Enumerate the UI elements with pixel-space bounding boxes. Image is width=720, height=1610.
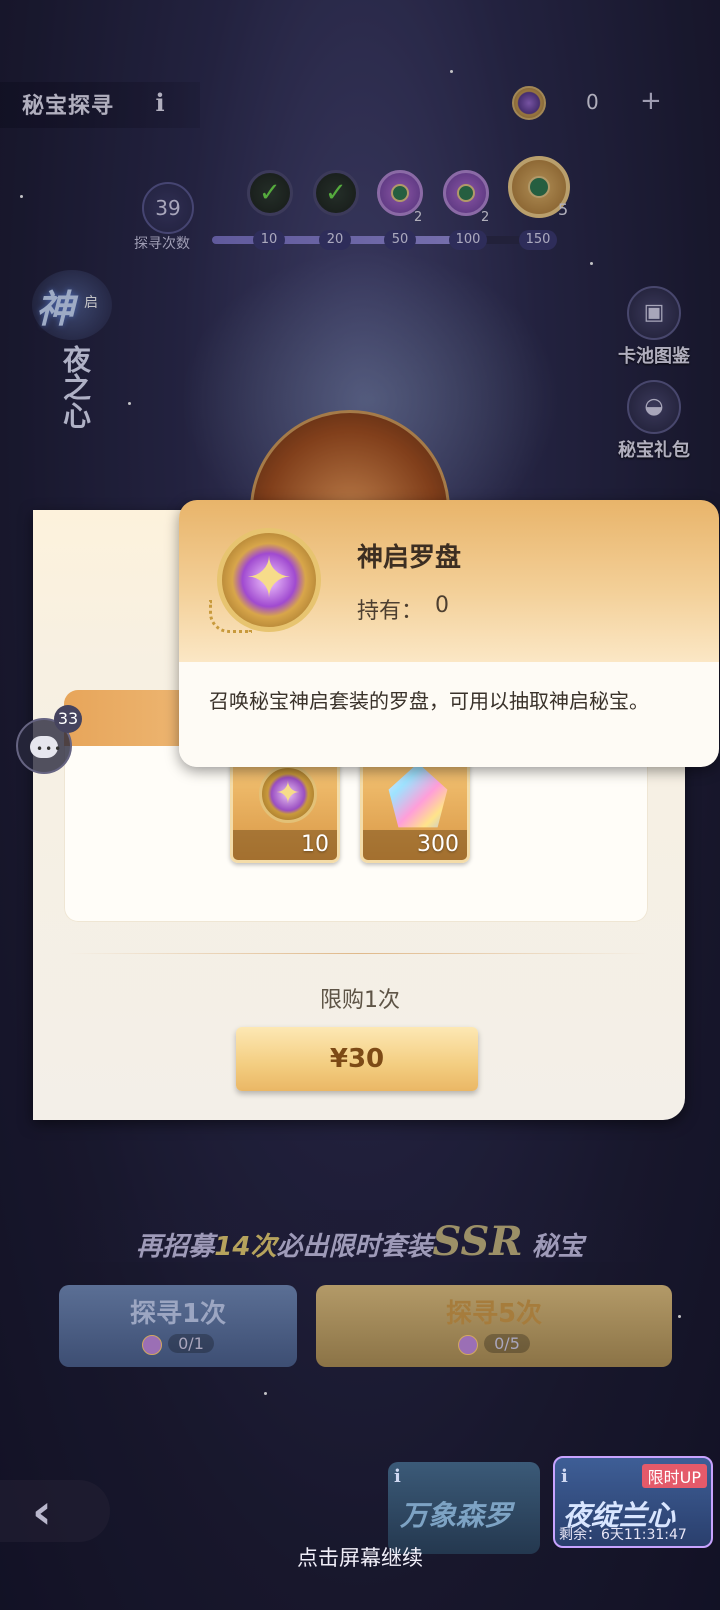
guarantee-prefix: 再招募 xyxy=(136,1232,215,1262)
guarantee-text: 再招募14次必出限时套装SSR 秘宝 xyxy=(0,1218,720,1265)
compass-token-icon xyxy=(458,1334,479,1355)
guarantee-suffix: 秘宝 xyxy=(531,1232,584,1262)
draw-once-label: 探寻1次 xyxy=(129,1299,227,1329)
compass-token-icon xyxy=(142,1334,163,1355)
continue-hint: 点击屏幕继续 xyxy=(297,1546,423,1570)
event-card-yeji[interactable]: i 限时UP 夜绽兰心 剩余：6天11:31:47 xyxy=(553,1456,713,1548)
info-icon: i xyxy=(394,1466,401,1487)
cost-value: 0/1 xyxy=(168,1334,214,1353)
draw-once-button[interactable]: 探寻1次 0/1 xyxy=(59,1285,297,1367)
divider xyxy=(68,953,648,954)
chat-dots: ••• xyxy=(36,742,64,756)
cost-value: 0/5 xyxy=(484,1334,530,1353)
draw-five-cost: 0/5 xyxy=(316,1334,672,1355)
guarantee-middle: 必出限时套装 xyxy=(276,1232,433,1262)
item-name: 神启罗盘 xyxy=(357,543,462,573)
draw-once-cost: 0/1 xyxy=(59,1334,297,1355)
purchase-limit: 限购1次 xyxy=(320,988,400,1013)
compass-icon: ✦ xyxy=(259,765,317,823)
reward-qty: 300 xyxy=(417,832,459,857)
info-icon: i xyxy=(561,1466,568,1487)
crystal-icon xyxy=(388,763,448,828)
ssr-label: SSR xyxy=(432,1218,523,1265)
reward-qty: 10 xyxy=(301,832,329,857)
owned-value: 0 xyxy=(435,593,449,618)
item-description: 召唤秘宝神启套装的罗盘，可用以抽取神启秘宝。 xyxy=(209,689,649,713)
back-arrow-icon: ‹ xyxy=(32,1484,52,1540)
compass-icon: ✦ xyxy=(217,528,321,632)
draw-five-label: 探寻5次 xyxy=(445,1299,543,1329)
event-timer: 剩余：6天11:31:47 xyxy=(559,1527,687,1543)
buy-button[interactable]: ¥30 xyxy=(236,1027,478,1091)
owned-label: 持有： xyxy=(357,599,424,624)
guarantee-count: 14次 xyxy=(214,1232,277,1262)
chat-unread-count: 33 xyxy=(54,705,82,733)
limited-up-badge: 限时UP xyxy=(641,1464,707,1488)
event-card-wanxiang[interactable]: i 万象森罗 xyxy=(388,1462,540,1554)
back-button[interactable] xyxy=(0,1480,110,1542)
event-title: 万象森罗 xyxy=(400,1499,513,1532)
item-tooltip: ✦ 神启罗盘 持有： 0 召唤秘宝神启套装的罗盘，可用以抽取神启秘宝。 xyxy=(179,500,719,767)
draw-five-button[interactable]: 探寻5次 0/5 xyxy=(316,1285,672,1367)
